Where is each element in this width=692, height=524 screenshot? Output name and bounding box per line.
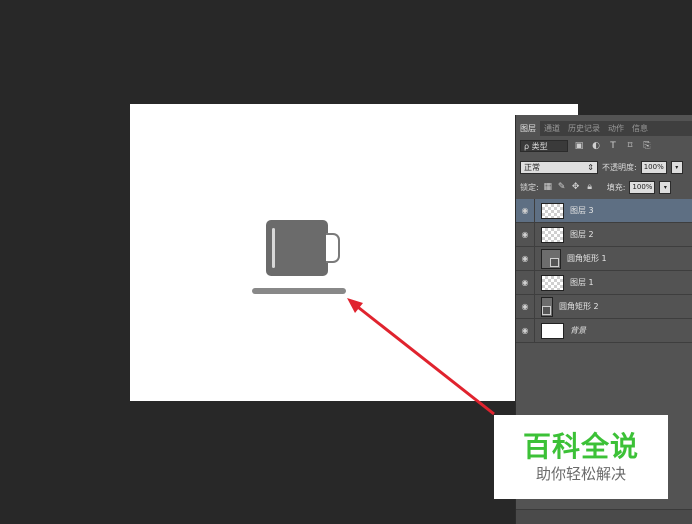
tab-layers[interactable]: 图层 — [516, 121, 540, 136]
type-filter-icon[interactable]: T — [607, 141, 619, 151]
shape-filter-icon[interactable]: ⌑ — [624, 141, 636, 151]
lock-position-icon[interactable]: ✥ — [571, 182, 581, 192]
layer-row[interactable]: ◉ 背景 — [516, 319, 692, 343]
layer-name: 图层 1 — [570, 278, 594, 287]
layer-name: 图层 2 — [570, 230, 594, 239]
filter-type-select[interactable]: ρ 类型 — [520, 140, 568, 152]
lock-transparency-icon[interactable]: ▦ — [543, 182, 553, 192]
lock-row: 锁定: ▦ ✎ ✥ 🔒︎ 填充: 100% ▾ — [520, 180, 690, 194]
layer-row[interactable]: ◉ 图层 2 — [516, 223, 692, 247]
layer-row[interactable]: ◉ 圆角矩形 1 — [516, 247, 692, 271]
shape-layer-thumbnail — [541, 296, 553, 317]
layer-row[interactable]: ◉ 图层 1 — [516, 271, 692, 295]
blend-mode-select[interactable]: 正常 ⇕ — [520, 160, 598, 174]
eye-icon[interactable]: ◉ — [516, 271, 535, 294]
blend-row: 正常 ⇕ 不透明度: 100% ▾ — [520, 160, 690, 174]
layer-row[interactable]: ◉ 圆角矩形 2 — [516, 295, 692, 319]
layer-thumbnail — [541, 226, 564, 243]
watermark-subtitle: 助你轻松解决 — [535, 465, 626, 483]
lock-paint-icon[interactable]: ✎ — [557, 182, 567, 192]
eye-icon[interactable]: ◉ — [516, 295, 535, 318]
panel-tabs: 图层 通道 历史记录 动作 信息 — [516, 121, 692, 136]
layer-thumbnail — [541, 202, 564, 219]
layer-row[interactable]: ◉ 图层 3 — [516, 199, 692, 223]
image-filter-icon[interactable]: ▣ — [573, 141, 585, 151]
chevron-updown-icon: ⇕ — [587, 162, 594, 172]
layer-name: 圆角矩形 1 — [567, 254, 607, 263]
blend-mode-value: 正常 — [524, 162, 540, 172]
lock-all-icon[interactable]: 🔒︎ — [585, 182, 595, 192]
eye-icon[interactable]: ◉ — [516, 247, 535, 270]
fill-label: 填充: — [606, 182, 626, 192]
tab-history[interactable]: 历史记录 — [564, 121, 604, 136]
tab-channels[interactable]: 通道 — [540, 121, 564, 136]
layer-name: 图层 3 — [570, 206, 594, 215]
eye-icon[interactable]: ◉ — [516, 223, 535, 246]
opacity-label: 不透明度: — [602, 162, 637, 172]
eye-icon[interactable]: ◉ — [516, 199, 535, 222]
lock-label: 锁定: — [520, 182, 539, 192]
shape-layer-thumbnail — [541, 248, 561, 269]
layers-list: ◉ 图层 3 ◉ 图层 2 ◉ 圆角矩形 1 ◉ 图层 1 ◉ 圆角矩形 2 ◉… — [516, 199, 692, 343]
eye-icon[interactable]: ◉ — [516, 319, 535, 342]
layer-name: 圆角矩形 2 — [559, 302, 599, 311]
layer-thumbnail — [541, 274, 564, 291]
tab-info[interactable]: 信息 — [628, 121, 652, 136]
opacity-dropdown-button[interactable]: ▾ — [670, 160, 683, 174]
filter-row: ρ 类型 ▣ ◐ T ⌑ ⎘ — [520, 139, 690, 153]
watermark-title: 百科全说 — [522, 430, 639, 463]
tab-actions[interactable]: 动作 — [604, 121, 628, 136]
background-layer-thumbnail — [541, 322, 564, 339]
watermark-logo: 百科全说 助你轻松解决 — [494, 415, 668, 499]
panel-footer — [516, 509, 692, 524]
opacity-field[interactable]: 100% — [640, 160, 667, 174]
fill-field[interactable]: 100% — [629, 180, 656, 194]
layer-name: 背景 — [570, 326, 586, 335]
smart-object-filter-icon[interactable]: ⎘ — [641, 141, 653, 151]
fill-dropdown-button[interactable]: ▾ — [659, 180, 672, 194]
adjustment-filter-icon[interactable]: ◐ — [590, 141, 602, 151]
